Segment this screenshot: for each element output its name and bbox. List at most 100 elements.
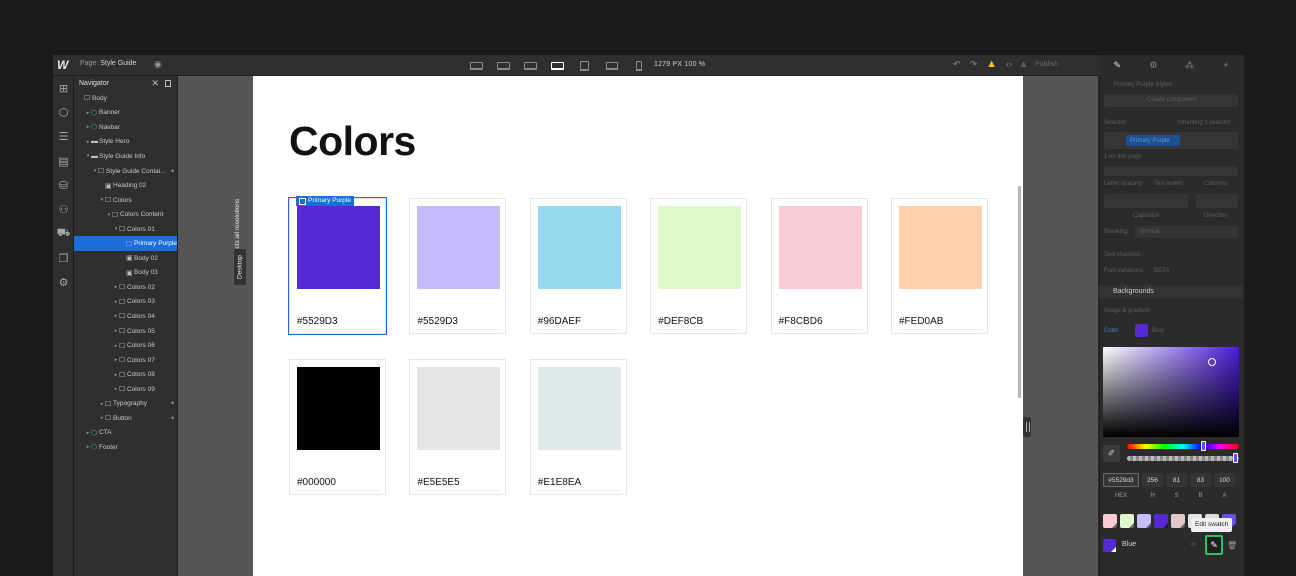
- hex-input[interactable]: #5529d3: [1103, 473, 1139, 487]
- breakpoint-landscape-icon[interactable]: [598, 57, 625, 74]
- hue-slider[interactable]: [1127, 444, 1239, 449]
- pages-icon[interactable]: ▤: [53, 149, 74, 173]
- canvas-resize-handle[interactable]: [1023, 417, 1031, 437]
- picker-handle[interactable]: [1208, 358, 1216, 366]
- add-icon[interactable]: ⊞: [53, 76, 74, 100]
- webflow-logo[interactable]: W: [57, 58, 71, 72]
- cms-icon[interactable]: ⛁: [53, 173, 74, 197]
- breakpoint-xxl-icon[interactable]: [463, 57, 490, 74]
- canvas-scrollbar[interactable]: [1018, 186, 1021, 398]
- saturation-input[interactable]: 81: [1166, 473, 1187, 487]
- color-card[interactable]: #000000: [289, 359, 386, 495]
- code-icon[interactable]: ‹›: [1006, 59, 1012, 69]
- navigator-item[interactable]: ▸ ☐ Colors 06: [74, 338, 177, 353]
- navigator-item[interactable]: ▸ ☐ Colors 08: [74, 367, 177, 382]
- color-card[interactable]: #5529D3: [409, 198, 507, 334]
- warning-icon[interactable]: ▲: [986, 58, 997, 70]
- close-icon[interactable]: ✕: [151, 78, 159, 89]
- color-card[interactable]: #E5E5E5: [409, 359, 507, 495]
- navigator-item[interactable]: ☐ Primary Purple: [74, 236, 177, 252]
- hue-slider-handle[interactable]: [1201, 441, 1206, 451]
- eye-icon[interactable]: ◉: [154, 60, 162, 69]
- navigator-item[interactable]: ▾ ☐ Colors 01: [74, 222, 177, 237]
- link-icon[interactable]: ‹›: [1191, 541, 1196, 548]
- assets-icon[interactable]: ❐: [53, 246, 74, 270]
- navigator-item[interactable]: ▸ ☐ Colors 02: [74, 280, 177, 295]
- dock-icon[interactable]: [165, 80, 171, 87]
- breakpoint-desktop-icon[interactable]: [544, 57, 571, 74]
- color-swatch[interactable]: [778, 206, 862, 289]
- navigator-item[interactable]: ▸ ☐ Colors 09: [74, 382, 177, 397]
- navigator-item[interactable]: ▸ ⬡ Banner: [74, 106, 177, 121]
- hue-input[interactable]: 256: [1142, 473, 1163, 487]
- navigator-item[interactable]: ▸ ⬡ Footer: [74, 440, 177, 455]
- saturation-brightness-area[interactable]: [1103, 347, 1239, 437]
- navigator-item[interactable]: ▾ ☐ Colors Content: [74, 207, 177, 222]
- navigator-item[interactable]: ▸ ☐ Colors 04: [74, 309, 177, 324]
- navigator-item[interactable]: ▸ ☐ Colors 03: [74, 295, 177, 310]
- blue-swatch[interactable]: [1103, 539, 1116, 552]
- color-swatch[interactable]: [417, 206, 501, 289]
- navigator-icon[interactable]: ☰: [53, 125, 74, 149]
- navigator-item[interactable]: ▸ ☐ Colors 07: [74, 353, 177, 368]
- color-swatch[interactable]: [297, 206, 380, 289]
- color-swatch[interactable]: [537, 206, 621, 289]
- breakpoint-l-icon[interactable]: [517, 57, 544, 74]
- trash-icon[interactable]: 🗑: [1227, 541, 1237, 550]
- settings-tab-icon[interactable]: ⚙: [1135, 55, 1171, 76]
- alpha-input[interactable]: 100: [1214, 473, 1235, 487]
- color-card[interactable]: #F8CBD6: [770, 198, 868, 334]
- share-icon[interactable]: ⩓: [1021, 59, 1026, 70]
- page-selector[interactable]: Page: Style Guide: [80, 60, 136, 67]
- lightning-tab-icon[interactable]: ⚡: [1208, 55, 1244, 76]
- navigator-item[interactable]: ▸ ▬ Style Hero: [74, 135, 177, 150]
- navigator-item[interactable]: ▸ ☐ Button ✦: [74, 411, 177, 426]
- direction-buttons[interactable]: [1196, 194, 1238, 208]
- color-swatch[interactable]: [1120, 514, 1134, 528]
- navigator-item[interactable]: ▾ ☐ Colors: [74, 193, 177, 208]
- style-tab-icon[interactable]: ✎: [1099, 55, 1135, 76]
- users-icon[interactable]: ⚇: [53, 197, 74, 221]
- color-swatch[interactable]: [1154, 514, 1168, 528]
- eyedropper-icon[interactable]: ✐: [1103, 445, 1120, 462]
- navigator-item[interactable]: ▣ Body 02: [74, 251, 177, 266]
- edit-swatch-button[interactable]: ✎: [1205, 535, 1223, 555]
- navigator-item[interactable]: ▣ Body 03: [74, 266, 177, 281]
- color-swatch[interactable]: [417, 367, 501, 450]
- undo-icon[interactable]: ↶: [953, 59, 961, 70]
- components-icon[interactable]: ⬡: [53, 100, 74, 124]
- breakpoint-label[interactable]: Desktop: [234, 249, 246, 285]
- color-swatch[interactable]: [537, 367, 621, 450]
- redo-icon[interactable]: ↷: [970, 59, 978, 70]
- color-swatch[interactable]: [1103, 514, 1117, 528]
- ecommerce-icon[interactable]: ⛟: [53, 222, 74, 246]
- settings-icon[interactable]: ⚙: [53, 270, 74, 294]
- color-swatch[interactable]: [899, 206, 982, 289]
- colors-heading[interactable]: Colors: [289, 118, 416, 165]
- color-card[interactable]: #96DAEF: [529, 198, 627, 334]
- navigator-item[interactable]: ▸ ⬡ Navbar: [74, 120, 177, 135]
- navigator-item[interactable]: ☐ Body: [74, 91, 177, 106]
- color-card[interactable]: #5529D3: [288, 197, 387, 335]
- color-swatch[interactable]: [297, 367, 380, 450]
- navigator-item[interactable]: ▸ ☐ Colors 05: [74, 324, 177, 339]
- breakpoint-xl-icon[interactable]: [490, 57, 517, 74]
- navigator-item[interactable]: ▸ ⬡ CTA: [74, 426, 177, 441]
- typography-fields[interactable]: [1104, 166, 1238, 176]
- color-card[interactable]: #DEF8CB: [650, 198, 748, 334]
- interactions-tab-icon[interactable]: ⁂: [1172, 55, 1208, 76]
- breakpoint-tablet-icon[interactable]: [571, 57, 598, 74]
- navigator-item[interactable]: ▸ ☐ Typography ✦: [74, 396, 177, 411]
- color-swatch[interactable]: [1171, 514, 1185, 528]
- color-card[interactable]: #E1E8EA: [529, 359, 627, 495]
- breakpoint-portrait-icon[interactable]: [625, 57, 652, 74]
- brightness-input[interactable]: 83: [1190, 473, 1211, 487]
- publish-button[interactable]: Publish: [1035, 61, 1058, 68]
- navigator-item[interactable]: ▾ ▬ Style Guide Info: [74, 149, 177, 164]
- background-color-swatch[interactable]: [1135, 324, 1148, 337]
- color-swatch[interactable]: [658, 206, 742, 289]
- alpha-slider[interactable]: [1127, 456, 1239, 461]
- alpha-slider-handle[interactable]: [1233, 453, 1238, 463]
- text-transform-buttons[interactable]: [1104, 194, 1188, 208]
- navigator-item[interactable]: ▾ ☐ Style Guide Contai... ✦: [74, 164, 177, 179]
